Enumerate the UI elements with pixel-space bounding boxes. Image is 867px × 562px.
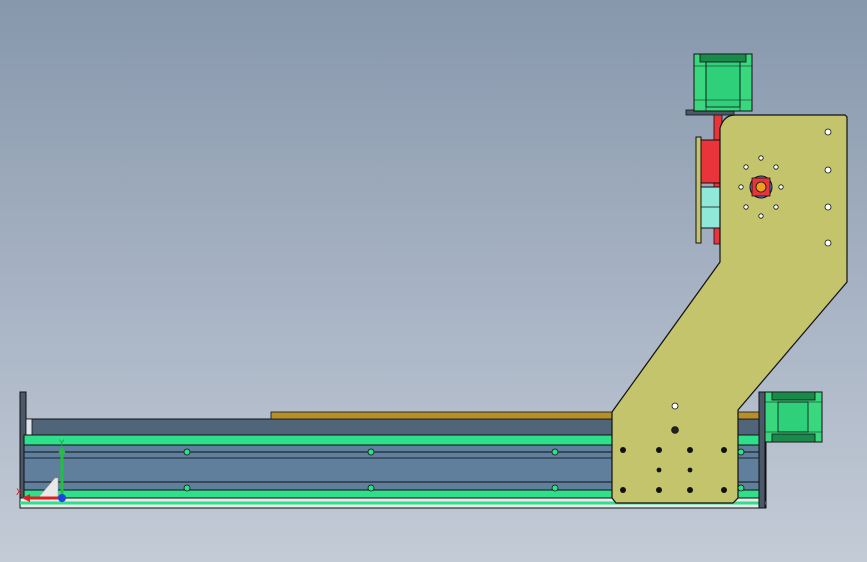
gantry-side-plate bbox=[611, 114, 848, 504]
z-carriage-plate bbox=[695, 136, 702, 244]
triad-x-label: X bbox=[16, 488, 22, 498]
cnc-router-side-view: Y X bbox=[16, 53, 848, 509]
triad-y-label: Y bbox=[58, 439, 65, 449]
z-axis-motor bbox=[685, 53, 753, 116]
x-axis-motor bbox=[764, 391, 823, 443]
z-axis-carriage bbox=[695, 113, 724, 245]
gantry-plate-outline bbox=[611, 114, 848, 504]
spindle-bearing bbox=[749, 175, 773, 199]
right-end-plate bbox=[758, 391, 766, 509]
cad-viewport[interactable]: Y X bbox=[0, 0, 867, 562]
table-top-left-cap bbox=[25, 418, 33, 436]
